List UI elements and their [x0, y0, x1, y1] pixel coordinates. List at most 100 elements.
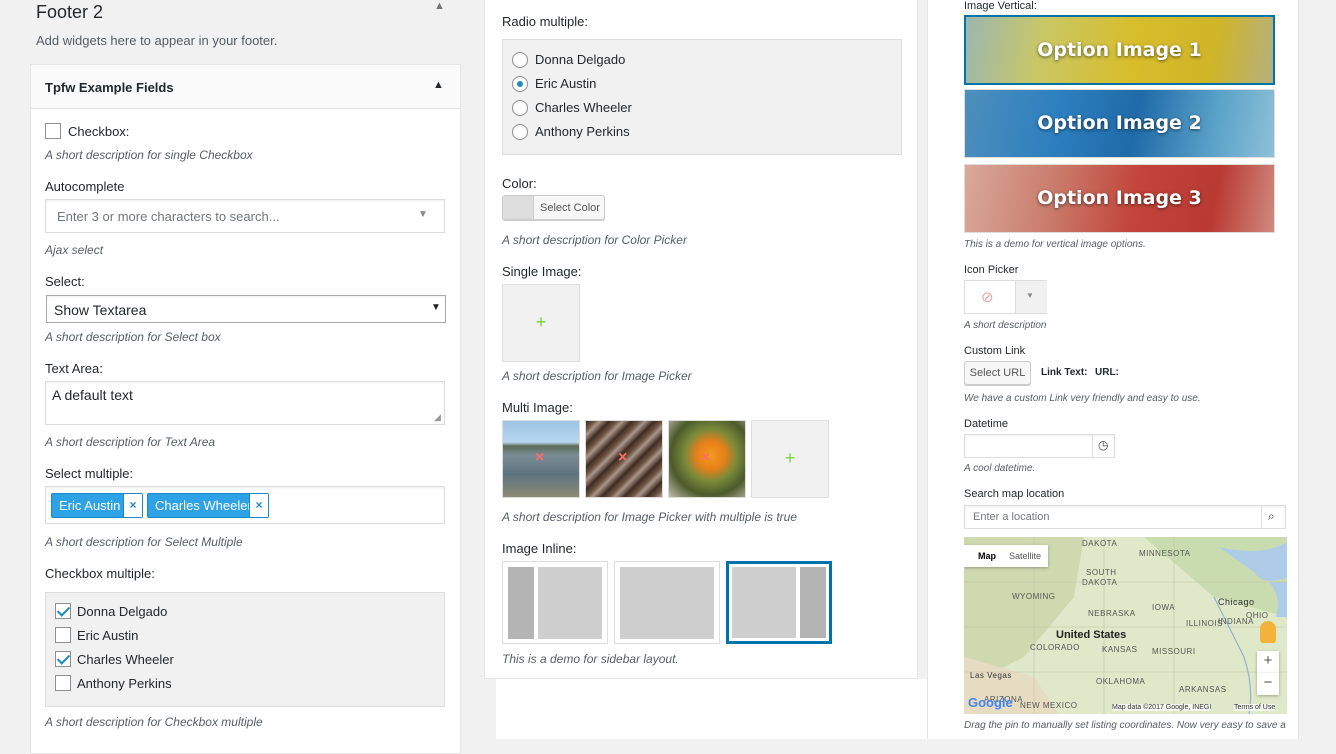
radio-option[interactable] — [512, 124, 528, 140]
custom-link-label: Custom Link — [964, 345, 1026, 357]
textarea-value: A default text — [52, 387, 133, 403]
checkbox-option[interactable] — [55, 651, 71, 667]
map-place-label: NEW MEXICO — [1020, 701, 1078, 710]
chevron-down-icon: ▼ — [1026, 291, 1034, 300]
layout-content-block — [620, 567, 714, 639]
radio-option[interactable] — [512, 52, 528, 68]
select-color-label: Select Color — [540, 202, 600, 214]
radio-option[interactable] — [512, 100, 528, 116]
layout-sidebar-block — [508, 567, 534, 639]
vertical-image-option[interactable]: Option Image 2 — [964, 89, 1275, 158]
select-box[interactable]: Show Textarea ▼ — [46, 295, 446, 323]
layout-option-full-width[interactable] — [614, 561, 720, 644]
map-tab[interactable]: Map — [978, 551, 996, 561]
widget-header[interactable]: Tpfw Example Fields ▲ — [31, 65, 460, 109]
multi-image-description: A short description for Image Picker wit… — [502, 510, 798, 524]
panel-footer — [496, 679, 939, 739]
map-place-label: DAKOTA — [1082, 578, 1118, 587]
select-multiple-description: A short description for Select Multiple — [45, 535, 243, 549]
footer-2-sidebar: Footer 2 ▲ Add widgets here to appear in… — [0, 0, 480, 754]
map-country-label: United States — [1056, 629, 1127, 641]
vertical-image-option[interactable]: Option Image 3 — [964, 164, 1275, 233]
checkbox-option[interactable] — [55, 603, 71, 619]
autocomplete-label: Autocomplete — [45, 179, 125, 194]
map-search-label: Search map location — [964, 488, 1065, 500]
remove-image-icon[interactable]: × — [535, 449, 544, 467]
single-image-picker[interactable]: + — [502, 284, 580, 362]
remove-tag-icon[interactable]: × — [123, 494, 142, 517]
checkbox-multiple-label: Checkbox multiple: — [45, 566, 155, 581]
map-place-label: MINNESOTA — [1139, 549, 1191, 558]
icon-picker-description: A short description — [964, 320, 1047, 331]
layout-option-right-sidebar[interactable] — [726, 561, 832, 644]
terms-link[interactable]: Terms of Use — [1234, 704, 1276, 711]
image-thumbnail-lily[interactable]: × — [668, 420, 746, 498]
select-color-button[interactable]: Select Color — [502, 195, 605, 220]
map-place-label: KANSAS — [1102, 645, 1138, 654]
map-place-label: COLORADO — [1030, 643, 1080, 652]
image-inline-label: Image Inline: — [502, 541, 577, 556]
icon-picker[interactable]: ⊘ ▼ — [964, 280, 1047, 314]
tag-label: Eric Austin — [59, 498, 121, 513]
image-thumbnail-lake[interactable]: × — [502, 420, 580, 498]
add-multi-image-button[interactable]: + — [751, 420, 829, 498]
autocomplete-input[interactable]: Enter 3 or more characters to search... … — [45, 199, 445, 233]
autocomplete-placeholder: Enter 3 or more characters to search... — [57, 209, 280, 224]
checkbox-option-label: Anthony Perkins — [77, 676, 172, 691]
pegman-icon[interactable] — [1260, 621, 1276, 643]
remove-tag-icon[interactable]: × — [249, 494, 268, 517]
textarea-field[interactable]: A default text ◢ — [45, 381, 445, 425]
search-icon: ⌕ — [1268, 509, 1275, 523]
datetime-description: A cool datetime. — [964, 463, 1036, 474]
map-place-label: OHIO — [1246, 611, 1269, 620]
layout-content-block — [732, 567, 796, 638]
select-value: Show Textarea — [54, 302, 147, 318]
layout-content-block — [538, 567, 602, 639]
radio-option[interactable] — [512, 76, 528, 92]
map-place-label: SOUTH — [1086, 568, 1117, 577]
selected-tag: Eric Austin × — [51, 493, 143, 518]
vertical-image-option[interactable]: Option Image 1 — [964, 15, 1275, 85]
map-search-input[interactable]: Enter a location ⌕ — [964, 505, 1286, 529]
custom-link-description: We have a custom Link very friendly and … — [964, 393, 1201, 404]
collapse-arrow-icon[interactable]: ▲ — [434, 0, 445, 12]
resize-handle-icon[interactable]: ◢ — [434, 412, 441, 423]
checkbox-option[interactable] — [55, 627, 71, 643]
select-multiple-label: Select multiple: — [45, 466, 134, 481]
no-icon-icon: ⊘ — [981, 289, 994, 306]
radio-option-label: Donna Delgado — [535, 52, 626, 67]
zoom-out-button[interactable]: − — [1257, 673, 1279, 695]
map-place-label: Las Vegas — [970, 671, 1012, 680]
checkbox-label: Checkbox: — [68, 124, 130, 139]
satellite-tab[interactable]: Satellite — [1009, 551, 1041, 561]
remove-image-icon[interactable]: × — [618, 449, 627, 467]
checkbox-multiple-description: A short description for Checkbox multipl… — [45, 715, 263, 729]
single-image-label: Single Image: — [502, 264, 582, 279]
checkbox-option[interactable] — [55, 675, 71, 691]
datetime-input[interactable]: ◷ — [964, 434, 1115, 458]
url-label: URL: — [1095, 367, 1119, 378]
selected-tag: Charles Wheeler × — [147, 493, 269, 518]
map-search-placeholder: Enter a location — [973, 511, 1050, 523]
color-label: Color: — [502, 176, 537, 191]
image-thumbnail-rails[interactable]: × — [585, 420, 663, 498]
checkbox-option-label: Eric Austin — [77, 628, 139, 643]
zoom-in-button[interactable]: + — [1257, 651, 1279, 673]
collapse-arrow-icon[interactable]: ▲ — [433, 79, 444, 91]
add-image-icon[interactable]: + — [752, 448, 828, 469]
select-multiple-box[interactable]: Eric Austin × Charles Wheeler × — [45, 486, 445, 524]
radio-option-label: Eric Austin — [535, 76, 597, 91]
image-vertical-description: This is a demo for vertical image option… — [964, 239, 1146, 250]
chevron-down-icon[interactable]: ▼ — [418, 209, 428, 220]
icon-picker-label: Icon Picker — [964, 264, 1019, 276]
select-url-button[interactable]: Select URL — [964, 361, 1031, 385]
autocomplete-description: Ajax select — [45, 243, 104, 257]
radio-option-label: Anthony Perkins — [535, 124, 630, 139]
map-place-label: MISSOURI — [1152, 647, 1196, 656]
single-checkbox[interactable] — [45, 123, 61, 139]
map-canvas[interactable]: Map Satellite DAKOTA MINNESOTA SOUTH DAK… — [964, 537, 1287, 714]
remove-image-icon[interactable]: × — [701, 449, 710, 467]
layout-option-left-sidebar[interactable] — [502, 561, 608, 644]
add-image-icon[interactable]: + — [503, 312, 579, 333]
color-swatch — [503, 196, 534, 219]
